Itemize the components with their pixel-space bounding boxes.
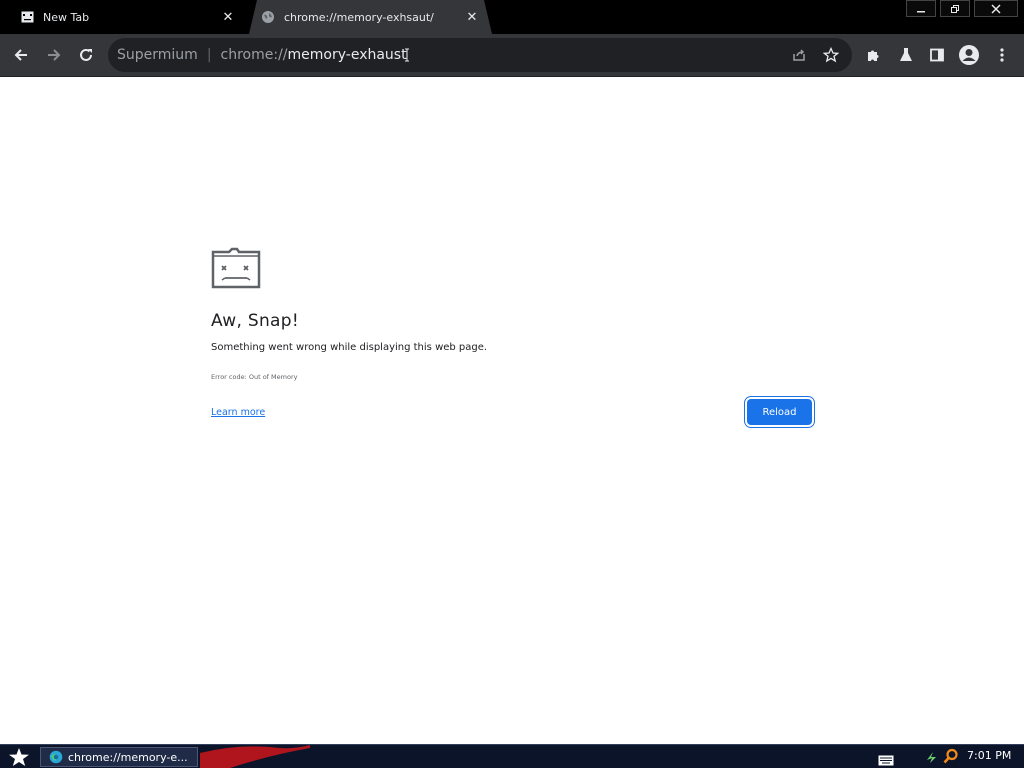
reload-button[interactable]: Reload: [747, 399, 812, 425]
omnibox-actions: [782, 40, 846, 70]
tab-new-tab[interactable]: New Tab ✕: [0, 0, 248, 34]
restore-icon[interactable]: [940, 0, 970, 17]
sad-folder-icon: [211, 247, 261, 293]
tab-strip: New Tab ✕ chrome://memory-exhsaut/ ✕: [0, 0, 1024, 34]
page-content: Aw, Snap! Something went wrong while dis…: [0, 77, 1024, 744]
address-bar[interactable]: Supermium | chrome:// memory-exhaust: [108, 38, 852, 72]
browser-toolbar: Supermium | chrome:// memory-exhaust: [0, 34, 1024, 77]
share-icon[interactable]: [784, 40, 814, 70]
taskbar-clock: 7:01 PM: [967, 749, 1012, 762]
taskbar: chrome://memory-e... 7:01 PM: [0, 744, 1024, 768]
start-star-icon[interactable]: [4, 746, 34, 768]
close-icon[interactable]: [974, 0, 1018, 17]
taskbar-browser-item[interactable]: chrome://memory-e...: [40, 747, 198, 767]
back-arrow-icon[interactable]: [6, 40, 36, 70]
taskbar-item-label: chrome://memory-e...: [68, 750, 188, 764]
minimize-icon[interactable]: [906, 0, 936, 17]
system-tray: [924, 748, 959, 764]
close-tab-icon[interactable]: ✕: [220, 9, 236, 25]
learn-more-link[interactable]: Learn more: [211, 407, 265, 418]
network-icon[interactable]: [924, 748, 940, 764]
error-heading: Aw, Snap!: [211, 311, 299, 331]
bookmark-star-icon[interactable]: [816, 40, 846, 70]
search-magnifier-icon[interactable]: [943, 748, 959, 764]
globe-icon: [261, 10, 275, 24]
text-cursor-icon: [404, 48, 409, 62]
sad-tab-icon: [20, 10, 34, 24]
menu-kebab-icon[interactable]: [987, 40, 1017, 70]
keyboard-icon[interactable]: [878, 751, 894, 768]
labs-flask-icon[interactable]: [891, 40, 921, 70]
url-scheme: chrome://: [220, 47, 288, 63]
error-code: Error code: Out of Memory: [211, 373, 298, 381]
omnibox-separator: |: [206, 47, 212, 63]
url-text: memory-exhaust: [287, 47, 407, 63]
close-tab-icon[interactable]: ✕: [464, 9, 480, 25]
error-message: Something went wrong while displaying th…: [211, 342, 488, 353]
browser-globe-icon: [49, 750, 63, 764]
side-panel-icon[interactable]: [922, 40, 952, 70]
omnibox-chip: Supermium: [117, 47, 198, 63]
tab-memory-exhaust[interactable]: chrome://memory-exhsaut/ ✕: [249, 0, 492, 34]
extensions-puzzle-icon[interactable]: [859, 40, 889, 70]
profile-avatar-icon[interactable]: [954, 40, 984, 70]
tab-title: New Tab: [43, 10, 90, 24]
reload-icon[interactable]: [71, 40, 101, 70]
forward-arrow-icon[interactable]: [39, 40, 69, 70]
taskbar-decoration: [200, 745, 310, 768]
tab-title: chrome://memory-exhsaut/: [284, 10, 434, 24]
window-controls: [902, 0, 1018, 17]
